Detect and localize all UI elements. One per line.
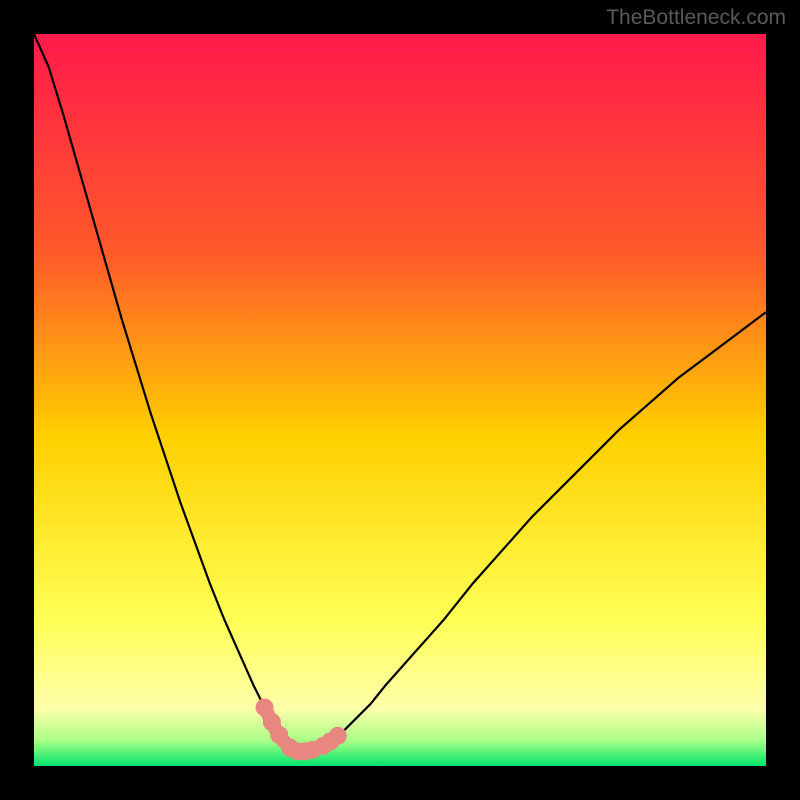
watermark-text: TheBottleneck.com (606, 6, 786, 30)
chart-svg (34, 34, 766, 766)
marker-dot (329, 727, 347, 745)
plot-area (34, 34, 766, 766)
gradient-background (34, 34, 766, 766)
chart-frame: TheBottleneck.com (0, 0, 800, 800)
